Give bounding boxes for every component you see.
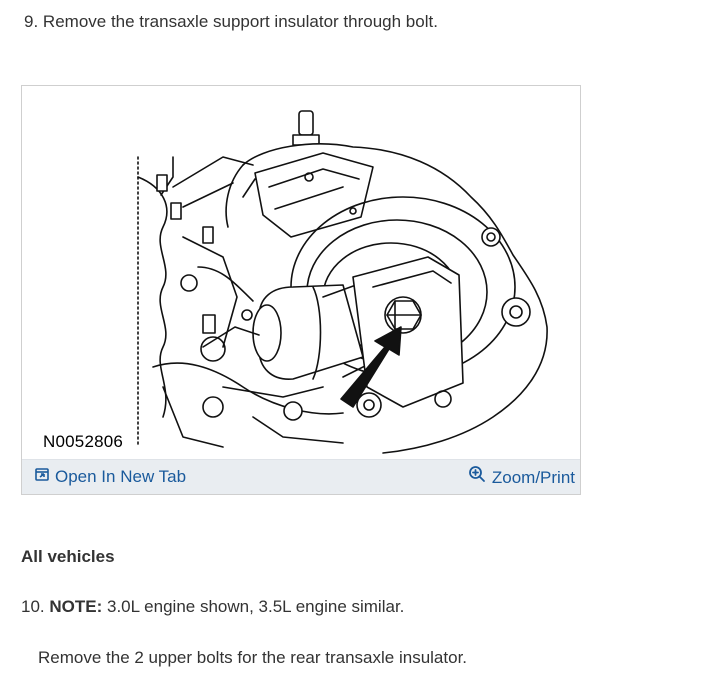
open-in-new-tab-icon bbox=[35, 466, 49, 486]
step-9-text: Remove the transaxle support insulator t… bbox=[42, 12, 438, 31]
figure-action-bar: Open In New Tab Zoom/Print bbox=[22, 459, 580, 494]
step-9-number: 9. bbox=[24, 12, 39, 31]
note-text: 3.0L engine shown, 3.5L engine similar. bbox=[107, 597, 405, 616]
zoom-print-label: Zoom/Print bbox=[491, 467, 575, 487]
open-in-new-tab-label: Open In New Tab bbox=[55, 467, 187, 486]
magnifier-plus-icon bbox=[468, 465, 486, 488]
step-10: 10. NOTE: 3.0L engine shown, 3.5L engine… bbox=[21, 597, 404, 617]
figure-id-label: N0052806 bbox=[43, 432, 124, 451]
step-10-number: 10. bbox=[21, 597, 45, 616]
step-10-instruction: Remove the 2 upper bolts for the rear tr… bbox=[38, 648, 468, 667]
illustration-transaxle-insulator bbox=[23, 87, 579, 459]
section-heading: All vehicles bbox=[21, 547, 115, 566]
note-label: NOTE: bbox=[49, 597, 103, 616]
zoom-print-link[interactable]: Zoom/Print bbox=[468, 465, 575, 490]
step-9: 9. Remove the transaxle support insulato… bbox=[24, 11, 438, 33]
figure-panel: N0052806 Open In New Tab Zoom/Print bbox=[21, 85, 581, 495]
open-in-new-tab-link[interactable]: Open In New Tab bbox=[35, 467, 186, 488]
